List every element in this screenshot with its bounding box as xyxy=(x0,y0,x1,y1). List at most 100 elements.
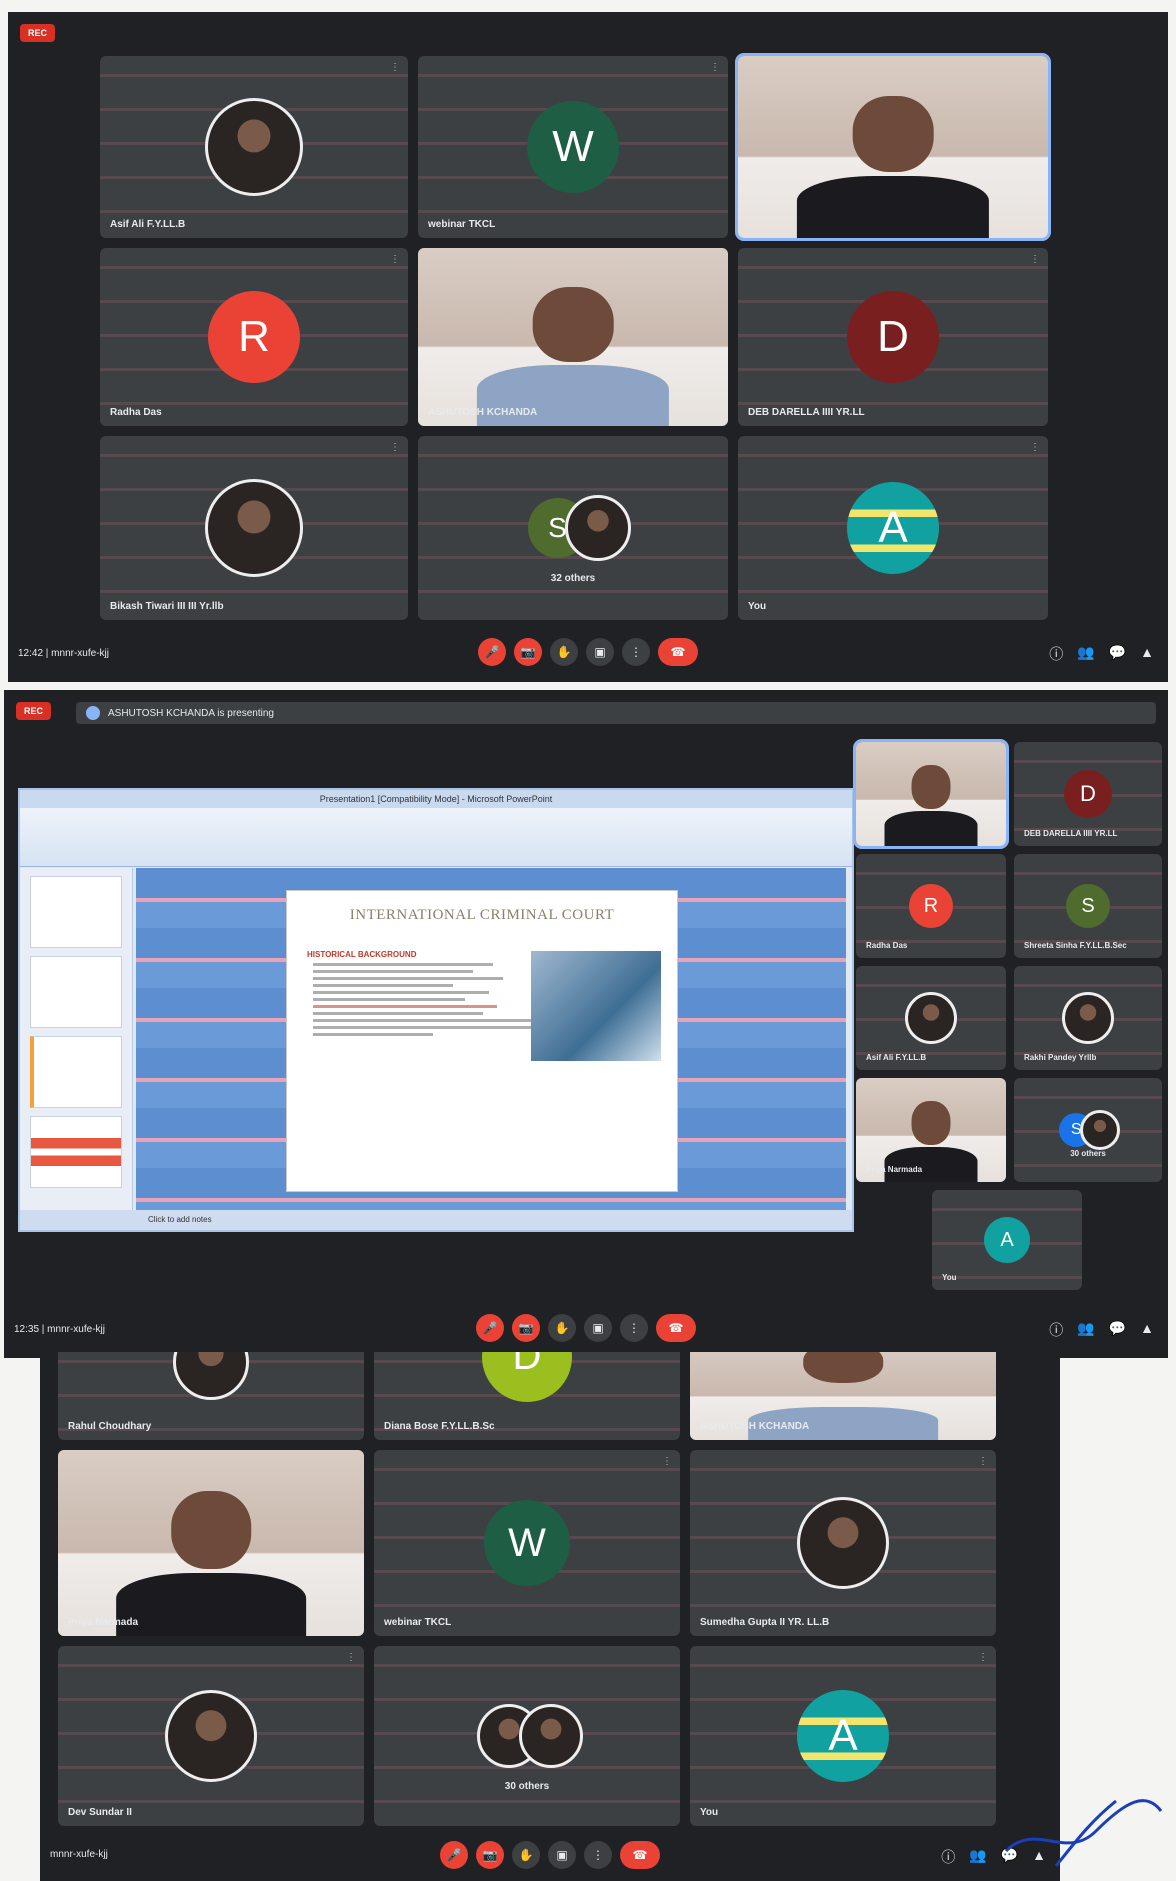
hand-icon: ✋ xyxy=(518,1848,534,1862)
mic-toggle-button[interactable]: 🎤 xyxy=(440,1841,468,1869)
self-tile[interactable]: A ⋮ You xyxy=(738,436,1048,620)
participant-tile[interactable]: ASHUTOSH KCHANDA xyxy=(418,248,728,426)
present-button[interactable]: ▣ xyxy=(584,1314,612,1342)
more-options-icon[interactable]: ⋮ xyxy=(390,62,400,73)
others-tile[interactable]: S 30 others xyxy=(1014,1078,1162,1182)
participant-tile[interactable]: D Diana Bose F.Y.LL.B.Sc xyxy=(374,1352,680,1440)
activities-icon[interactable]: ▲ xyxy=(1140,644,1154,664)
self-tile[interactable]: A You xyxy=(932,1190,1082,1290)
more-options-icon[interactable]: ⋮ xyxy=(978,1456,988,1467)
more-options-icon[interactable]: ⋮ xyxy=(710,62,720,73)
camera-toggle-button[interactable]: 📷 xyxy=(514,638,542,666)
participant-tile-speaking[interactable] xyxy=(735,53,1051,241)
participant-tile[interactable]: ⋮ Sumedha Gupta II YR. LL.B xyxy=(690,1450,996,1636)
hangup-icon: ☎ xyxy=(632,1848,648,1862)
more-options-icon[interactable]: ⋮ xyxy=(978,1652,988,1663)
raise-hand-button[interactable]: ✋ xyxy=(550,638,578,666)
present-button[interactable]: ▣ xyxy=(548,1841,576,1869)
participant-tile[interactable]: W ⋮ webinar TKCL xyxy=(374,1450,680,1636)
side-panel-icons: ⓘ 👥 💬 ▲ xyxy=(1049,644,1154,664)
others-tile[interactable]: 30 others xyxy=(374,1646,680,1826)
more-options-icon[interactable]: ⋮ xyxy=(390,254,400,265)
present-button[interactable]: ▣ xyxy=(586,638,614,666)
activities-icon[interactable]: ▲ xyxy=(1140,1320,1154,1340)
participant-avatar: R xyxy=(208,291,300,383)
icc-building-image xyxy=(531,951,661,1061)
presenter-avatar-icon xyxy=(86,706,100,720)
leave-call-button[interactable]: ☎ xyxy=(658,638,698,666)
raise-hand-button[interactable]: ✋ xyxy=(512,1841,540,1869)
more-options-icon[interactable]: ⋮ xyxy=(390,442,400,453)
meeting-time-code: 12:42 | mnnr-xufe-kjj xyxy=(18,648,109,659)
more-options-button[interactable]: ⋮ xyxy=(622,638,650,666)
more-options-icon[interactable]: ⋮ xyxy=(1030,254,1040,265)
people-icon[interactable]: 👥 xyxy=(969,1847,986,1867)
participant-tile[interactable]: ⋮ Asif Ali F.Y.LL.B xyxy=(100,56,408,238)
slide-thumbnail[interactable] xyxy=(30,876,122,948)
people-icon[interactable]: 👥 xyxy=(1077,1320,1094,1340)
mic-toggle-button[interactable]: 🎤 xyxy=(476,1314,504,1342)
participant-tile[interactable]: Rahul Choudhary xyxy=(58,1352,364,1440)
people-icon[interactable]: 👥 xyxy=(1077,644,1094,664)
participant-tile[interactable]: D ⋮ DEB DARELLA IIII YR.LL xyxy=(738,248,1048,426)
participant-tile-speaking[interactable] xyxy=(853,739,1009,849)
hand-icon: ✋ xyxy=(554,1321,570,1335)
more-options-button[interactable]: ⋮ xyxy=(620,1314,648,1342)
more-options-icon[interactable]: ⋮ xyxy=(662,1456,672,1467)
call-controls: 🎤 📷 ✋ ▣ ⋮ ☎ xyxy=(440,1841,660,1869)
participant-tile[interactable]: Priya Narmada xyxy=(58,1450,364,1636)
meeting-code: mnnr-xufe-kjj xyxy=(50,1849,108,1860)
camera-toggle-button[interactable]: 📷 xyxy=(476,1841,504,1869)
chat-icon[interactable]: 💬 xyxy=(1109,644,1126,664)
others-tile[interactable]: S 32 others xyxy=(418,436,728,620)
participant-tile[interactable]: Rakhi Pandey Yrllb xyxy=(1014,966,1162,1070)
participant-tile[interactable]: ⋮ Bikash Tiwari III III Yr.llb xyxy=(100,436,408,620)
leave-call-button[interactable]: ☎ xyxy=(656,1314,696,1342)
more-icon: ⋮ xyxy=(592,1848,604,1862)
participant-tile[interactable]: S Shreeta Sinha F.Y.LL.B.Sec xyxy=(1014,854,1162,958)
info-icon[interactable]: ⓘ xyxy=(1049,1320,1063,1340)
participant-avatar: W xyxy=(527,101,619,193)
raise-hand-button[interactable]: ✋ xyxy=(548,1314,576,1342)
handwritten-signature xyxy=(1004,1799,1163,1867)
participant-tile[interactable]: ASHUTOSH KCHANDA xyxy=(690,1352,996,1440)
leave-call-button[interactable]: ☎ xyxy=(620,1841,660,1869)
more-options-icon[interactable]: ⋮ xyxy=(346,1652,356,1663)
mic-toggle-button[interactable]: 🎤 xyxy=(478,638,506,666)
more-options-icon[interactable]: ⋮ xyxy=(1030,442,1040,453)
window-title: Presentation1 [Compatibility Mode] - Mic… xyxy=(20,790,852,808)
more-icon: ⋮ xyxy=(630,645,642,659)
participant-avatar: S xyxy=(1066,884,1110,928)
recording-badge: REC xyxy=(16,702,52,720)
participant-avatar: D xyxy=(847,291,939,383)
participant-avatar: A xyxy=(847,482,939,574)
participant-name: Dev Sundar II xyxy=(68,1807,132,1818)
participant-tile[interactable]: Priya Narmada xyxy=(856,1078,1006,1182)
participant-tile[interactable]: ⋮ Dev Sundar II xyxy=(58,1646,364,1826)
slide-thumbnail[interactable] xyxy=(30,1116,122,1188)
slide-stage: INTERNATIONAL CRIMINAL COURT HISTORICAL … xyxy=(136,868,846,1210)
participant-name: Asif Ali F.Y.LL.B xyxy=(110,219,186,230)
camera-toggle-button[interactable]: 📷 xyxy=(512,1314,540,1342)
slide-thumbnail-active[interactable] xyxy=(30,1036,122,1108)
participant-tile[interactable]: R Radha Das xyxy=(856,854,1006,958)
hangup-icon: ☎ xyxy=(670,645,686,659)
info-icon[interactable]: ⓘ xyxy=(941,1847,955,1867)
slide-thumbnail[interactable] xyxy=(30,956,122,1028)
participant-tile[interactable]: D DEB DARELLA IIII YR.LL xyxy=(1014,742,1162,846)
participant-name: Asif Ali F.Y.LL.B xyxy=(866,1053,927,1062)
chat-icon[interactable]: 💬 xyxy=(1109,1320,1126,1340)
participant-tile[interactable]: Asif Ali F.Y.LL.B xyxy=(856,966,1006,1070)
self-tile[interactable]: A ⋮ You xyxy=(690,1646,996,1826)
meeting-control-bar: mnnr-xufe-kjj 🎤 📷 ✋ ▣ ⋮ ☎ ⓘ 👥 💬 ▲ xyxy=(40,1831,1060,1881)
more-options-button[interactable]: ⋮ xyxy=(584,1841,612,1869)
participant-name: webinar TKCL xyxy=(384,1617,452,1628)
info-icon[interactable]: ⓘ xyxy=(1049,644,1063,664)
participant-tile[interactable]: R ⋮ Radha Das xyxy=(100,248,408,426)
participant-name: Priya Narmada xyxy=(68,1617,139,1628)
participant-photo xyxy=(1062,992,1114,1044)
participant-tile[interactable]: W ⋮ webinar TKCL xyxy=(418,56,728,238)
current-slide: INTERNATIONAL CRIMINAL COURT HISTORICAL … xyxy=(286,890,678,1192)
participant-name: You xyxy=(942,1273,957,1282)
mic-off-icon: 🎤 xyxy=(482,1321,498,1335)
